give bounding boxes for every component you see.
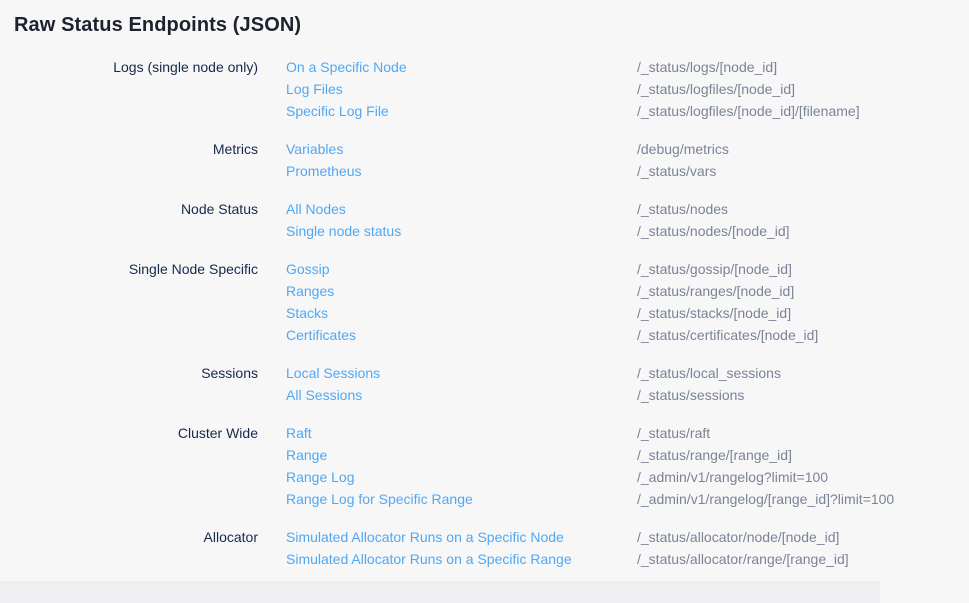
endpoint-link[interactable]: Specific Log File [286, 100, 637, 122]
endpoint-path: /_status/local_sessions [637, 362, 781, 384]
endpoint-row: Range Log for Specific Range /_admin/v1/… [286, 488, 969, 510]
endpoint-path: /_status/vars [637, 160, 716, 182]
endpoint-path: /_status/range/[range_id] [637, 444, 792, 466]
group-rows: On a Specific Node /_status/logs/[node_i… [286, 56, 969, 122]
endpoint-path: /_status/ranges/[node_id] [637, 280, 794, 302]
endpoint-group: Single Node Specific Gossip /_status/gos… [0, 258, 969, 346]
endpoint-row: On a Specific Node /_status/logs/[node_i… [286, 56, 969, 78]
endpoint-path: /_status/logfiles/[node_id]/[filename] [637, 100, 860, 122]
endpoint-row: Variables /debug/metrics [286, 138, 969, 160]
endpoint-link[interactable]: Single node status [286, 220, 637, 242]
footer-strip [0, 581, 880, 603]
endpoint-path: /_status/nodes [637, 198, 728, 220]
group-rows: Raft /_status/raft Range /_status/range/… [286, 422, 969, 510]
endpoint-link[interactable]: Stacks [286, 302, 637, 324]
endpoint-group: Node Status All Nodes /_status/nodes Sin… [0, 198, 969, 242]
endpoint-group: Sessions Local Sessions /_status/local_s… [0, 362, 969, 406]
endpoint-link[interactable]: Range [286, 444, 637, 466]
endpoint-path: /_admin/v1/rangelog/[range_id]?limit=100 [637, 488, 894, 510]
endpoint-path: /_status/nodes/[node_id] [637, 220, 790, 242]
endpoint-path: /_status/gossip/[node_id] [637, 258, 792, 280]
endpoint-path: /_status/allocator/node/[node_id] [637, 526, 839, 548]
endpoint-link[interactable]: Simulated Allocator Runs on a Specific R… [286, 548, 637, 570]
group-rows: Variables /debug/metrics Prometheus /_st… [286, 138, 969, 182]
endpoint-row: Raft /_status/raft [286, 422, 969, 444]
group-category-label: Logs (single node only) [0, 56, 258, 78]
group-category-label: Cluster Wide [0, 422, 258, 444]
endpoint-row: All Sessions /_status/sessions [286, 384, 969, 406]
endpoint-path: /_status/allocator/range/[range_id] [637, 548, 849, 570]
endpoint-link[interactable]: On a Specific Node [286, 56, 637, 78]
endpoint-link[interactable]: Variables [286, 138, 637, 160]
group-category-label: Single Node Specific [0, 258, 258, 280]
endpoint-link[interactable]: Gossip [286, 258, 637, 280]
endpoint-row: All Nodes /_status/nodes [286, 198, 969, 220]
endpoint-path: /_admin/v1/rangelog?limit=100 [637, 466, 828, 488]
group-category-label: Node Status [0, 198, 258, 220]
endpoint-row: Log Files /_status/logfiles/[node_id] [286, 78, 969, 100]
endpoint-row: Single node status /_status/nodes/[node_… [286, 220, 969, 242]
endpoint-group: Metrics Variables /debug/metrics Prometh… [0, 138, 969, 182]
group-rows: Gossip /_status/gossip/[node_id] Ranges … [286, 258, 969, 346]
page-title: Raw Status Endpoints (JSON) [0, 0, 969, 37]
endpoint-row: Gossip /_status/gossip/[node_id] [286, 258, 969, 280]
group-rows: All Nodes /_status/nodes Single node sta… [286, 198, 969, 242]
endpoint-group: Cluster Wide Raft /_status/raft Range /_… [0, 422, 969, 510]
endpoint-link[interactable]: Raft [286, 422, 637, 444]
endpoint-row: Range Log /_admin/v1/rangelog?limit=100 [286, 466, 969, 488]
endpoint-path: /_status/logs/[node_id] [637, 56, 777, 78]
endpoint-row: Local Sessions /_status/local_sessions [286, 362, 969, 384]
endpoint-link[interactable]: Certificates [286, 324, 637, 346]
endpoint-link[interactable]: Simulated Allocator Runs on a Specific N… [286, 526, 637, 548]
endpoint-row: Ranges /_status/ranges/[node_id] [286, 280, 969, 302]
endpoint-path: /_status/certificates/[node_id] [637, 324, 818, 346]
endpoint-link[interactable]: Local Sessions [286, 362, 637, 384]
endpoint-link[interactable]: Ranges [286, 280, 637, 302]
endpoint-link[interactable]: Prometheus [286, 160, 637, 182]
group-category-label: Metrics [0, 138, 258, 160]
endpoint-row: Range /_status/range/[range_id] [286, 444, 969, 466]
endpoint-path: /_status/logfiles/[node_id] [637, 78, 795, 100]
group-category-label: Sessions [0, 362, 258, 384]
endpoint-path: /_status/stacks/[node_id] [637, 302, 791, 324]
endpoint-row: Stacks /_status/stacks/[node_id] [286, 302, 969, 324]
endpoint-path: /debug/metrics [637, 138, 729, 160]
endpoint-row: Simulated Allocator Runs on a Specific R… [286, 548, 969, 570]
debug-page: Raw Status Endpoints (JSON) Logs (single… [0, 0, 969, 603]
endpoint-row: Certificates /_status/certificates/[node… [286, 324, 969, 346]
group-category-label: Allocator [0, 526, 258, 548]
endpoint-link[interactable]: All Sessions [286, 384, 637, 406]
endpoint-link[interactable]: All Nodes [286, 198, 637, 220]
endpoint-path: /_status/sessions [637, 384, 744, 406]
group-rows: Local Sessions /_status/local_sessions A… [286, 362, 969, 406]
endpoint-list: Logs (single node only) On a Specific No… [0, 56, 969, 570]
endpoint-row: Specific Log File /_status/logfiles/[nod… [286, 100, 969, 122]
endpoint-group: Logs (single node only) On a Specific No… [0, 56, 969, 122]
endpoint-path: /_status/raft [637, 422, 710, 444]
endpoint-link[interactable]: Range Log for Specific Range [286, 488, 637, 510]
group-rows: Simulated Allocator Runs on a Specific N… [286, 526, 969, 570]
endpoint-link[interactable]: Log Files [286, 78, 637, 100]
endpoint-row: Simulated Allocator Runs on a Specific N… [286, 526, 969, 548]
endpoint-link[interactable]: Range Log [286, 466, 637, 488]
endpoint-row: Prometheus /_status/vars [286, 160, 969, 182]
endpoint-group: Allocator Simulated Allocator Runs on a … [0, 526, 969, 570]
